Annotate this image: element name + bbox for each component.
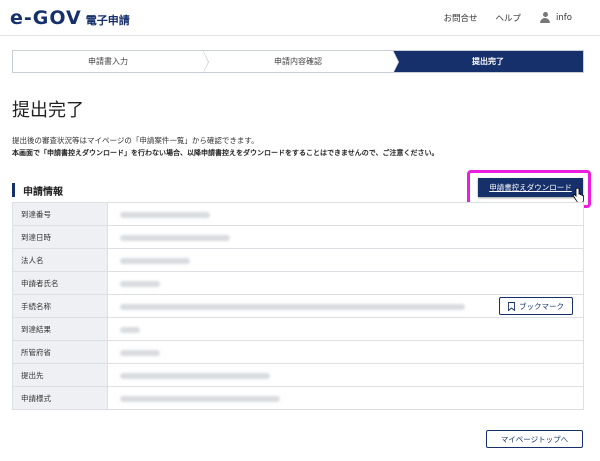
user-icon bbox=[539, 12, 551, 24]
application-info-table: 到達番号 到達日時 法人名 申請者氏名 手続名称 ブックマーク 到達結果 所管府… bbox=[12, 202, 584, 410]
table-row: 法人名 bbox=[12, 248, 584, 272]
header: e-GOV 電子申請 お問合せ ヘルプ info bbox=[0, 0, 600, 36]
table-row: 到達結果 bbox=[12, 317, 584, 341]
row-value-redacted bbox=[107, 225, 584, 249]
bookmark-button[interactable]: ブックマーク bbox=[499, 297, 573, 315]
table-row: 所管府省 bbox=[12, 340, 584, 364]
step-submit-complete: 提出完了 bbox=[393, 51, 583, 73]
row-label: 提出先 bbox=[12, 363, 108, 387]
table-row: 申請様式 bbox=[12, 386, 584, 410]
row-value-redacted: ブックマーク bbox=[107, 294, 584, 318]
download-copy-button[interactable]: 申請書控えダウンロード bbox=[478, 178, 583, 197]
contact-link[interactable]: お問合せ bbox=[444, 12, 478, 24]
bookmark-icon bbox=[508, 301, 515, 311]
help-link[interactable]: ヘルプ bbox=[496, 12, 522, 24]
step-label: 申請内容確認 bbox=[274, 57, 322, 66]
row-label: 所管府省 bbox=[12, 340, 108, 364]
info-text: 提出後の審査状況等はマイページの「申請案件一覧」から確認できます。 bbox=[12, 136, 259, 145]
table-row: 手続名称 ブックマーク bbox=[12, 294, 584, 318]
step-content-confirm: 申請内容確認 bbox=[203, 50, 399, 74]
header-nav: お問合せ ヘルプ info bbox=[426, 12, 572, 24]
row-value-redacted bbox=[107, 271, 584, 295]
egov-logo[interactable]: e-GOV 電子申請 bbox=[10, 9, 130, 30]
row-label: 到達番号 bbox=[12, 202, 108, 226]
row-value-redacted bbox=[107, 386, 584, 410]
row-value-redacted bbox=[107, 202, 584, 226]
page-title: 提出完了 bbox=[12, 100, 84, 121]
mypage-top-button[interactable]: マイページトップへ bbox=[486, 430, 583, 448]
warning-text: 本画面で「申請書控えダウンロード」を行わない場合、以降申請書控えをダウンロードを… bbox=[12, 149, 439, 157]
row-label: 到達日時 bbox=[12, 225, 108, 249]
step-label: 申請書入力 bbox=[88, 57, 128, 66]
row-label: 法人名 bbox=[12, 248, 108, 272]
bookmark-label: ブックマーク bbox=[519, 301, 564, 311]
row-value-redacted bbox=[107, 248, 584, 272]
table-row: 到達日時 bbox=[12, 225, 584, 249]
row-value-redacted bbox=[107, 363, 584, 387]
progress-steps: 申請書入力 申請内容確認 提出完了 bbox=[12, 50, 584, 74]
row-label: 申請様式 bbox=[12, 386, 108, 410]
step-application-input: 申請書入力 bbox=[13, 50, 209, 74]
table-row: 提出先 bbox=[12, 363, 584, 387]
table-row: 到達番号 bbox=[12, 202, 584, 226]
table-row: 申請者氏名 bbox=[12, 271, 584, 295]
row-value-redacted bbox=[107, 340, 584, 364]
step-label: 提出完了 bbox=[472, 57, 504, 66]
logo-subtitle: 電子申請 bbox=[85, 14, 130, 27]
section-title: 申請情報 bbox=[12, 183, 63, 198]
row-value-redacted bbox=[107, 317, 584, 341]
row-label: 手続名称 bbox=[12, 294, 108, 318]
logo-mark: e-GOV bbox=[10, 7, 82, 29]
user-menu[interactable]: info bbox=[539, 12, 572, 24]
row-label: 到達結果 bbox=[12, 317, 108, 341]
row-label: 申請者氏名 bbox=[12, 271, 108, 295]
user-name: info bbox=[556, 13, 572, 23]
